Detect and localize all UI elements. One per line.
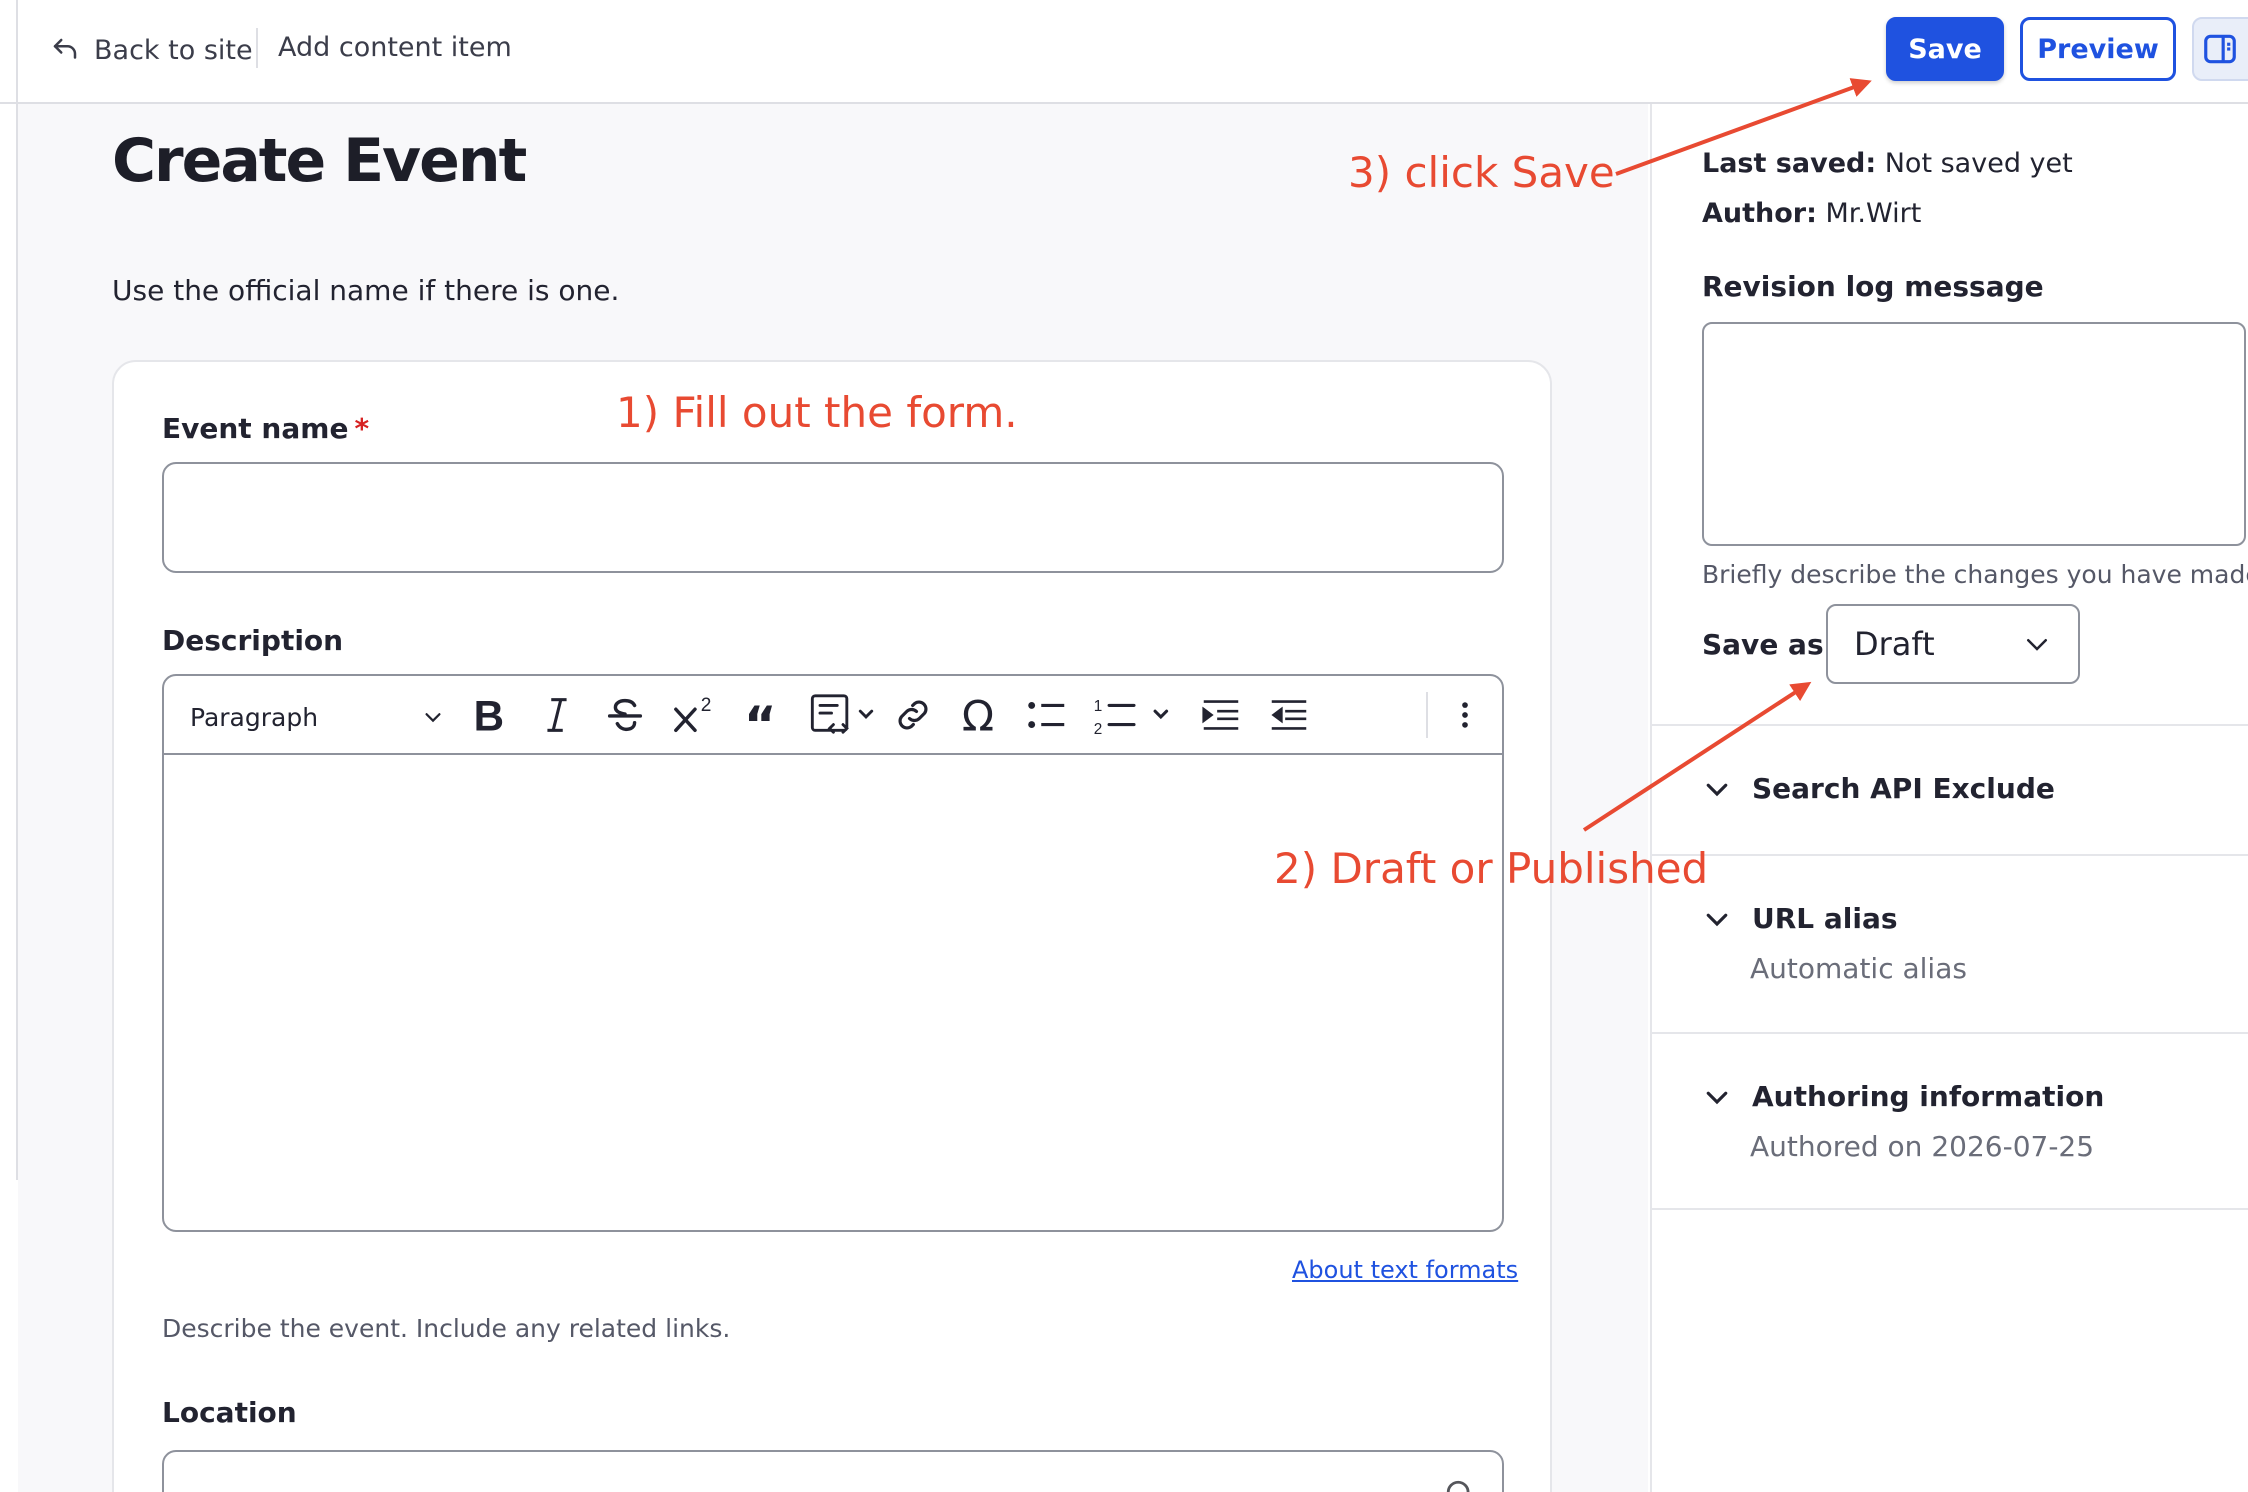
svg-text:“: “ xyxy=(744,696,777,738)
sidebar-divider xyxy=(1652,1208,2248,1210)
code-block-icon xyxy=(810,694,874,734)
sidebar-divider xyxy=(1652,854,2248,856)
accordion-subtitle: Automatic alias xyxy=(1750,952,1967,985)
description-editor-body[interactable] xyxy=(164,755,1502,1230)
accordion-title: Search API Exclude xyxy=(1752,772,2055,805)
superscript-icon: 2 xyxy=(674,695,712,733)
page-title: Create Event xyxy=(112,126,527,196)
revision-log-textarea[interactable] xyxy=(1702,322,2246,546)
bulleted-list-icon xyxy=(1028,701,1065,729)
editor-toolbar: Paragraph B 2 “ Ω 12 xyxy=(164,676,1502,755)
accordion-authoring-information[interactable]: Authoring information xyxy=(1702,1080,2104,1113)
accordion-subtitle: Authored on 2026-07-25 xyxy=(1750,1130,2095,1163)
save-button[interactable]: Save xyxy=(1886,17,2004,81)
bold-icon: B xyxy=(474,692,504,738)
svg-text:B: B xyxy=(474,692,504,738)
last-saved-value: Not saved yet xyxy=(1884,148,2073,179)
special-characters-icon: Ω xyxy=(962,692,994,738)
accordion-title: Authoring information xyxy=(1752,1080,2105,1113)
chevron-down-icon xyxy=(1706,783,1728,796)
code-block-button[interactable] xyxy=(808,692,878,738)
location-input[interactable] xyxy=(162,1450,1504,1492)
outdent-button[interactable] xyxy=(1198,692,1244,738)
revision-log-help: Briefly describe the changes you have ma… xyxy=(1702,560,2248,589)
sidebar-panel-icon xyxy=(2204,34,2236,64)
strikethrough-button[interactable] xyxy=(602,692,648,738)
blockquote-button[interactable]: “ xyxy=(740,692,786,738)
toolbar-separator xyxy=(1426,692,1428,738)
last-saved-label: Last saved: xyxy=(1702,148,1877,179)
location-label: Location xyxy=(162,1396,297,1429)
annotation-step-1: 1) Fill out the form. xyxy=(616,388,1018,437)
strikethrough-icon xyxy=(607,698,643,732)
chevron-down-icon xyxy=(1706,1091,1728,1104)
sidebar-divider xyxy=(1652,1032,2248,1034)
numbered-list-icon: 12 xyxy=(1094,698,1169,738)
chevron-down-icon xyxy=(425,713,441,723)
italic-button[interactable] xyxy=(534,692,580,738)
required-marker: * xyxy=(354,412,370,445)
link-icon xyxy=(898,700,928,730)
intro-text: Use the official name if there is one. xyxy=(112,274,620,307)
chevron-down-icon xyxy=(2027,639,2047,651)
save-as-label: Save as: xyxy=(1702,628,1835,661)
indent-button[interactable] xyxy=(1266,692,1312,738)
annotation-step-2: 2) Draft or Published xyxy=(1274,844,1709,893)
moderation-state-select[interactable]: Draft xyxy=(1826,604,2080,684)
blockquote-icon: “ xyxy=(744,696,777,738)
indent-icon xyxy=(1271,700,1307,730)
paragraph-format-value: Paragraph xyxy=(190,702,319,732)
toolbar-page-title: Add content item xyxy=(278,32,512,63)
accordion-url-alias[interactable]: URL alias xyxy=(1702,902,1898,935)
back-arrow-icon xyxy=(53,38,77,59)
search-icon xyxy=(1446,1480,1470,1492)
numbered-list-button[interactable]: 12 xyxy=(1090,692,1178,738)
svg-text:2: 2 xyxy=(701,695,712,716)
link-button[interactable] xyxy=(892,692,934,738)
about-text-formats-link[interactable]: About text formats xyxy=(1292,1256,1518,1284)
author-label: Author: xyxy=(1702,198,1817,229)
revision-log-label: Revision log message xyxy=(1702,270,2044,303)
back-to-site-label: Back to site xyxy=(94,34,253,66)
paragraph-format-select[interactable]: Paragraph xyxy=(190,694,448,740)
description-label: Description xyxy=(162,624,344,657)
last-saved-info: Last saved: Not saved yet xyxy=(1702,148,2073,179)
superscript-button[interactable]: 2 xyxy=(670,692,720,738)
toolbar-divider xyxy=(256,28,258,68)
toggle-sidebar-button[interactable] xyxy=(2192,17,2248,81)
accordion-title: URL alias xyxy=(1752,902,1898,935)
description-editor: Paragraph B 2 “ Ω 12 xyxy=(162,674,1504,1232)
description-help-text: Describe the event. Include any related … xyxy=(162,1314,731,1343)
accordion-search-api-exclude[interactable]: Search API Exclude xyxy=(1702,772,2055,805)
event-name-label: Event name * xyxy=(162,412,369,445)
event-name-label-text: Event name xyxy=(162,412,349,445)
outdent-icon xyxy=(1202,700,1239,730)
svg-text:2: 2 xyxy=(1094,721,1103,738)
back-to-site-link[interactable]: Back to site xyxy=(50,28,253,72)
chevron-down-icon xyxy=(1706,913,1728,926)
author-info: Author: Mr.Wirt xyxy=(1702,198,1921,229)
event-name-input[interactable] xyxy=(162,462,1504,573)
italic-icon xyxy=(547,698,567,732)
more-icon xyxy=(1462,702,1468,728)
moderation-state-value: Draft xyxy=(1854,625,1935,663)
special-characters-button[interactable]: Ω xyxy=(958,692,1004,738)
author-value: Mr.Wirt xyxy=(1825,198,1922,229)
annotation-step-3: 3) click Save xyxy=(1348,148,1615,197)
svg-text:Ω: Ω xyxy=(962,692,994,738)
bold-button[interactable]: B xyxy=(466,692,512,738)
more-options-button[interactable] xyxy=(1448,692,1482,738)
preview-button[interactable]: Preview xyxy=(2020,17,2176,81)
sidebar-divider xyxy=(1652,724,2248,726)
bulleted-list-button[interactable] xyxy=(1024,692,1070,738)
svg-text:1: 1 xyxy=(1094,698,1103,715)
